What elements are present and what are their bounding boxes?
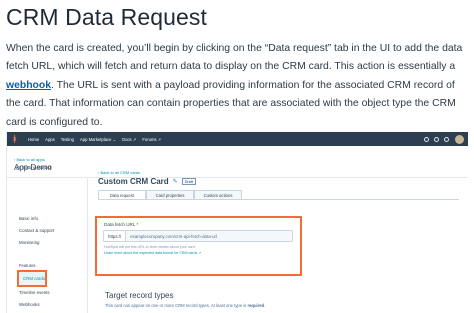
back-to-apps-link[interactable]: ‹ Back to all apps (14, 157, 45, 162)
sidebar-item-contact-support[interactable]: Contact & support (19, 228, 54, 233)
top-navigation: ᚼ Home Apps Testing App Marketplace ⌄ Do… (7, 132, 468, 146)
embedded-screenshot: ᚼ Home Apps Testing App Marketplace ⌄ Do… (6, 132, 468, 313)
nav-item-apps[interactable]: Apps (45, 137, 55, 142)
avatar[interactable] (455, 134, 464, 144)
sidebar-item-getting-started[interactable]: Getting started (16, 165, 51, 170)
data-fetch-url-section: Data fetch URL * https:// examplecompany… (95, 216, 302, 276)
search-icon[interactable] (424, 136, 429, 142)
sidebar-item-label: Getting started (22, 165, 51, 170)
target-text-2: . (264, 303, 266, 308)
header-divider (7, 177, 468, 178)
webhook-link[interactable]: webhook (6, 80, 51, 91)
target-text-1: This card can appear on one or more CRM … (105, 303, 248, 308)
url-prefix: https:// (104, 231, 127, 241)
card-title: Custom CRM Card ✎ Draft (98, 177, 196, 186)
nav-utilities (419, 132, 468, 146)
hubspot-logo-icon[interactable]: ᚼ (12, 134, 22, 144)
sidebar-heading-features: Features (19, 263, 36, 268)
sidebar-item-webhooks[interactable]: Webhooks (19, 302, 40, 307)
intro-text-1: When the card is created, you’ll begin b… (6, 43, 463, 73)
sidebar-item-label: CRM cards (23, 276, 45, 281)
page-title: CRM Data Request (6, 4, 208, 30)
back-to-crm-cards-link[interactable]: ‹ Back to all CRM cards (98, 170, 140, 175)
card-title-text: Custom CRM Card (98, 177, 169, 186)
data-fetch-help-text: HubSpot will put this URL to fetch detai… (104, 245, 195, 249)
target-text-required: required (247, 303, 265, 308)
data-fetch-url-input[interactable]: https:// examplecompany.com/crm-api-fetc… (103, 230, 293, 242)
data-format-docs-link[interactable]: Learn more about the expected data forma… (104, 251, 201, 255)
nav-item-testing[interactable]: Testing (61, 137, 74, 142)
url-value: examplecompany.com/crm-api-fetch-data-ur… (130, 233, 217, 239)
target-record-types-heading: Target record types (105, 291, 174, 300)
sidebar-item-timeline-events[interactable]: Timeline events (19, 290, 50, 295)
target-record-types-description: This card can appear on one or more CRM … (105, 303, 265, 308)
intro-paragraph: When the card is created, you’ll begin b… (6, 40, 468, 132)
nav-item-home[interactable]: Home (28, 137, 39, 142)
intro-text-2: . The URL is sent with a payload providi… (6, 79, 456, 128)
progress-circle-icon (16, 165, 20, 170)
sidebar-item-monitoring[interactable]: Monitoring (19, 240, 40, 245)
sidebar-item-basic-info[interactable]: Basic info (19, 216, 38, 221)
nav-item-forums[interactable]: Forums ↗ (142, 137, 161, 142)
sidebar-divider (87, 178, 88, 313)
nav-item-app-marketplace[interactable]: App Marketplace ⌄ (80, 137, 116, 142)
nav-item-docs[interactable]: Docs ↗ (122, 137, 136, 142)
notifications-icon[interactable] (444, 136, 449, 142)
settings-icon[interactable] (434, 136, 439, 142)
tab-underline (98, 199, 459, 200)
data-fetch-url-label: Data fetch URL * (104, 222, 139, 227)
sidebar-item-crm-cards[interactable]: CRM cards (17, 270, 47, 287)
status-badge: Draft (181, 178, 196, 185)
pencil-edit-icon[interactable]: ✎ (173, 178, 178, 185)
